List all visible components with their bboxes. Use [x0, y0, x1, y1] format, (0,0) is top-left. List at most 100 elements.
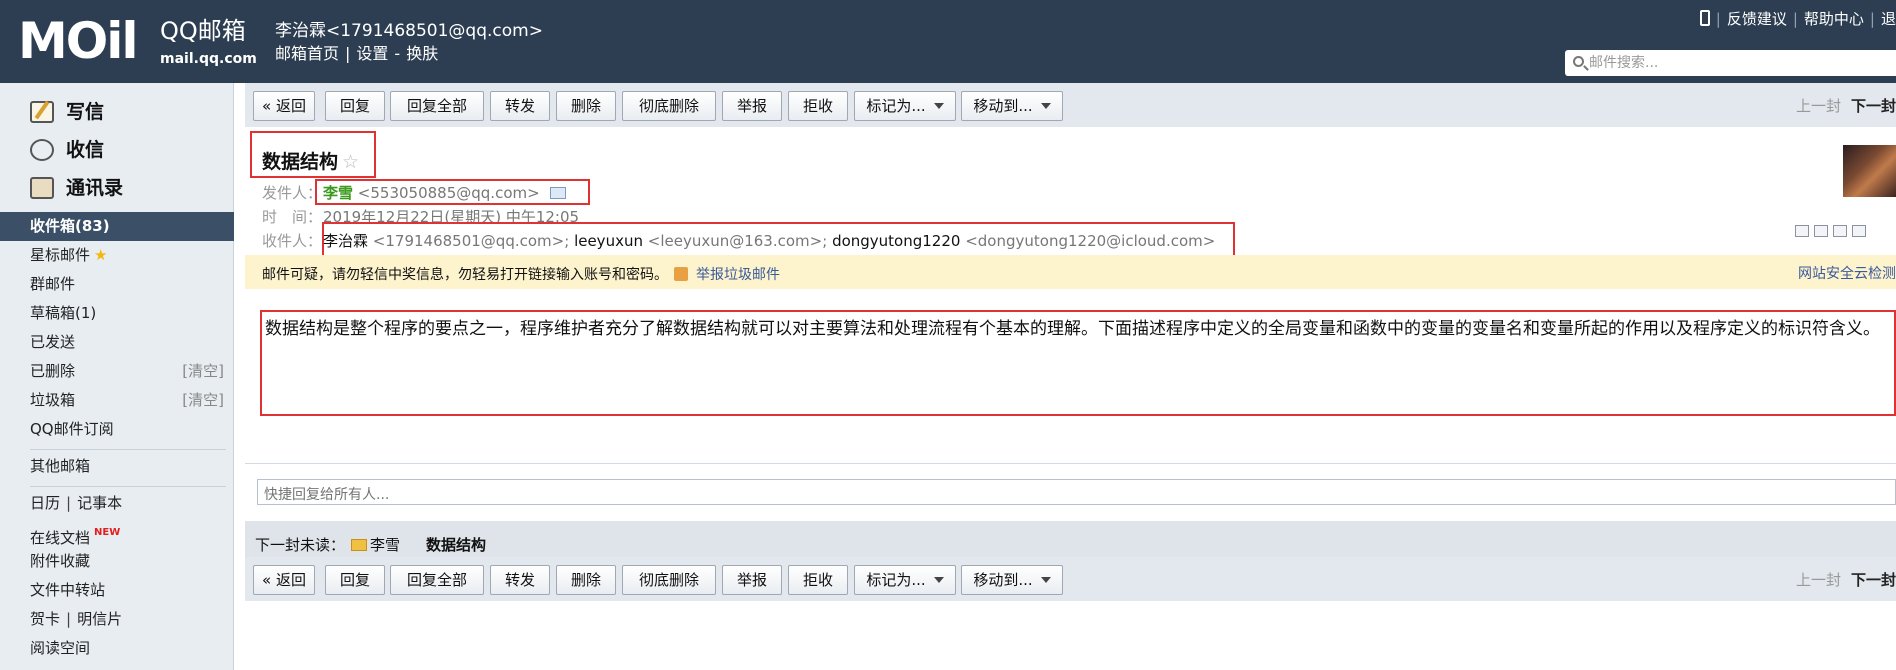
next-unread-subject[interactable]: 数据结构 [426, 536, 486, 554]
logout-link[interactable]: 退 [1881, 10, 1896, 28]
online-docs-label: 在线文档 [30, 529, 91, 547]
reading-space-link[interactable]: 阅读空间 [0, 634, 234, 663]
qq-mail-logo[interactable]: MOil QQ邮箱 mail.qq.com [18, 12, 258, 72]
pager-top: 上一封 下一封 [1796, 95, 1896, 116]
folder-drafts[interactable]: 草稿箱(1) [0, 299, 234, 328]
reply-all-button[interactable]: 回复全部 [390, 565, 484, 595]
settings-link[interactable]: 设置 [356, 44, 388, 63]
time-label: 时 间： [262, 208, 323, 226]
next-mail-link[interactable]: 下一封 [1851, 97, 1896, 115]
contacts-link[interactable]: 通讯录 [30, 169, 123, 207]
recipient-address: <dongyutong1220@icloud.com> [965, 232, 1216, 250]
sender-name[interactable]: 李雪 [323, 184, 353, 202]
folder-inbox[interactable]: 收件箱(83) [0, 212, 234, 241]
chevron-down-icon [933, 577, 944, 583]
forward-button[interactable]: 转发 [490, 91, 550, 121]
online-docs-link[interactable]: 在线文档 NEW [0, 518, 234, 547]
export-icon[interactable] [1833, 225, 1847, 237]
clear-deleted-link[interactable]: [清空] [182, 357, 224, 386]
clear-spam-link[interactable]: [清空] [182, 386, 224, 415]
move-to-label: 移动到... [973, 571, 1033, 589]
search-input[interactable] [1589, 53, 1879, 73]
prev-mail-link[interactable]: 上一封 [1796, 571, 1841, 589]
forward-button[interactable]: 转发 [490, 565, 550, 595]
mail-home-link[interactable]: 邮箱首页 [275, 44, 339, 63]
phone-icon[interactable] [1699, 10, 1710, 26]
recipient-name[interactable]: leeyuxun [574, 232, 643, 250]
help-link[interactable]: 帮助中心 [1804, 10, 1864, 28]
sidebar-tools-calendar-notes: 日历 | 记事本 [30, 494, 123, 512]
prev-mail-link[interactable]: 上一封 [1796, 97, 1841, 115]
delete-forever-button[interactable]: 彻底删除 [622, 565, 716, 595]
attachments-link[interactable]: 附件收藏 [0, 547, 234, 576]
contacts-icon [30, 177, 54, 199]
contact-card-icon[interactable] [549, 187, 566, 199]
sidebar-tools-cards: 贺卡 | 明信片 [30, 610, 123, 628]
delete-forever-button[interactable]: 彻底删除 [622, 91, 716, 121]
delete-button[interactable]: 删除 [556, 91, 616, 121]
move-to-label: 移动到... [973, 97, 1033, 115]
suspicious-mail-warning: 邮件可疑，请勿轻信中奖信息，勿轻易打开链接输入账号和密码。 举报垃圾邮件 网站安全… [245, 255, 1896, 289]
folder-deleted[interactable]: 已删除 [清空] [0, 357, 234, 386]
delete-button[interactable]: 删除 [556, 565, 616, 595]
greeting-card-link[interactable]: 贺卡 [30, 610, 60, 628]
notes-link[interactable]: 记事本 [77, 494, 122, 512]
report-button[interactable]: 举报 [722, 91, 782, 121]
print-icon[interactable] [1852, 225, 1866, 237]
back-button[interactable]: « 返回 [253, 91, 315, 121]
compose-link[interactable]: 写信 [30, 93, 123, 131]
move-to-dropdown[interactable]: 移动到... [961, 565, 1063, 595]
sender-line: 李雪 <553050885@qq.com> [323, 182, 566, 203]
receive-label: 收信 [66, 139, 105, 161]
reply-button[interactable]: 回复 [325, 565, 385, 595]
subject-text: 数据结构 [262, 151, 339, 173]
postcard-link[interactable]: 明信片 [77, 610, 122, 628]
sender-avatar[interactable] [1843, 145, 1896, 197]
back-button[interactable]: « 返回 [253, 565, 315, 595]
warning-message: 邮件可疑，请勿轻信中奖信息，勿轻易打开链接输入账号和密码。 举报垃圾邮件 [262, 264, 780, 284]
safety-check-link[interactable]: 网站安全云检测 [1798, 263, 1896, 283]
star-icon: ★ [94, 246, 108, 264]
reply-button[interactable]: 回复 [325, 91, 385, 121]
move-to-dropdown[interactable]: 移动到... [961, 91, 1063, 121]
reply-all-button[interactable]: 回复全部 [390, 91, 484, 121]
folder-subscription[interactable]: QQ邮件订阅 [0, 415, 234, 444]
mark-as-dropdown[interactable]: 标记为... [854, 91, 956, 121]
next-mail-link[interactable]: 下一封 [1851, 571, 1896, 589]
folder-groups[interactable]: 群邮件 [0, 270, 234, 299]
star-icon[interactable]: ☆ [342, 151, 359, 173]
mail-toolbar-bottom: « 返回 回复 回复全部 转发 删除 彻底删除 举报 拒收 标记为... 移动到… [245, 557, 1896, 601]
recipient-name[interactable]: dongyutong1220 [832, 232, 960, 250]
reject-button[interactable]: 拒收 [788, 91, 848, 121]
pager-bottom: 上一封 下一封 [1796, 569, 1896, 590]
receive-link[interactable]: 收信 [30, 131, 123, 169]
folder-sent[interactable]: 已发送 [0, 328, 234, 357]
skin-link[interactable]: 换肤 [406, 44, 438, 63]
sidebar: 写信 收信 通讯录 收件箱(83) 星标邮件 ★ 群邮件 草稿箱(1) 已发送 已… [0, 83, 234, 670]
warning-text: 邮件可疑，请勿轻信中奖信息，勿轻易打开链接输入账号和密码。 [262, 267, 668, 283]
next-unread-label: 下一封未读： [255, 536, 346, 554]
mail-time: 2019年12月22日(星期天) 中午12:05 [323, 208, 580, 223]
search-icon[interactable] [1573, 56, 1584, 67]
recipient-name[interactable]: 李治霖 [323, 232, 368, 250]
new-window-icon[interactable] [1795, 225, 1809, 237]
mark-as-label: 标记为... [866, 97, 926, 115]
original-text-icon[interactable] [1814, 225, 1828, 237]
report-spam-link[interactable]: 举报垃圾邮件 [696, 267, 780, 283]
folder-starred[interactable]: 星标邮件 ★ [0, 241, 234, 270]
mark-as-dropdown[interactable]: 标记为... [854, 565, 956, 595]
file-transfer-link[interactable]: 文件中转站 [0, 576, 234, 605]
folder-spam[interactable]: 垃圾箱 [清空] [0, 386, 234, 415]
write-icon [30, 101, 54, 123]
feedback-link[interactable]: 反馈建议 [1727, 10, 1787, 28]
new-badge: NEW [94, 527, 121, 538]
next-unread-sender[interactable]: 李雪 [370, 536, 400, 554]
calendar-link[interactable]: 日历 [30, 494, 60, 512]
reject-button[interactable]: 拒收 [788, 565, 848, 595]
report-button[interactable]: 举报 [722, 565, 782, 595]
chevron-down-icon [933, 103, 944, 109]
quick-reply-input[interactable] [258, 480, 1895, 504]
next-unread-info: 下一封未读： 李雪 数据结构 [255, 534, 486, 555]
folder-other-mailboxes[interactable]: 其他邮箱 [0, 452, 234, 481]
folder-deleted-label: 已删除 [30, 362, 76, 380]
